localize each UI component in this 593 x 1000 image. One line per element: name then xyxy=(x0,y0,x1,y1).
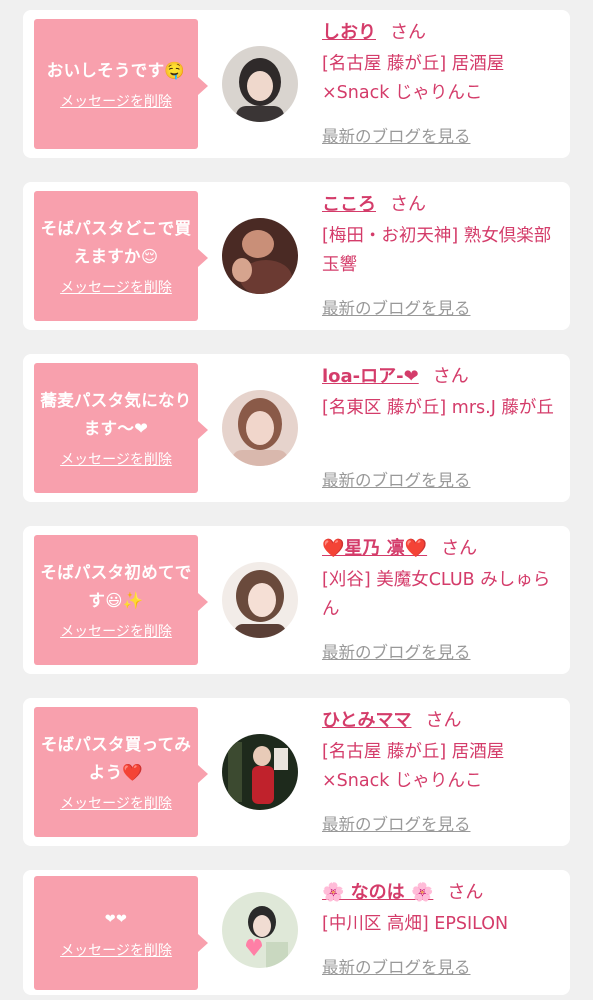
avatar[interactable] xyxy=(222,46,298,122)
delete-message-link[interactable]: メッセージを削除 xyxy=(60,621,172,641)
message-bubble: ❤❤ メッセージを削除 xyxy=(34,876,208,990)
honorific: さん xyxy=(447,882,484,903)
message-card: そばパスタどこで買えますか😌 メッセージを削除 こころ さん [梅田・お初天神] … xyxy=(23,182,570,330)
avatar[interactable] xyxy=(222,390,298,466)
honorific: さん xyxy=(390,22,426,43)
user-name-link[interactable]: ❤️星乃 凛❤️ xyxy=(322,538,427,559)
delete-message-link[interactable]: メッセージを削除 xyxy=(60,277,172,297)
message-card: 蕎麦パスタ気になります〜❤ メッセージを削除 loa-ロア-❤ さん [名東区 藤… xyxy=(23,354,570,502)
delete-message-link[interactable]: メッセージを削除 xyxy=(60,793,172,813)
latest-blog-link[interactable]: 最新のブログを見る xyxy=(322,811,471,835)
message-bubble: 蕎麦パスタ気になります〜❤ メッセージを削除 xyxy=(34,363,208,493)
shop-link[interactable]: [名古屋 藤が丘] 居酒屋×Snack じゃりんこ xyxy=(322,50,562,108)
message-text: そばパスタどこで買えますか😌 xyxy=(40,219,192,266)
avatar[interactable] xyxy=(222,734,298,810)
message-bubble: そばパスタどこで買えますか😌 メッセージを削除 xyxy=(34,191,208,321)
user-name-link[interactable]: しおり xyxy=(322,22,376,43)
message-text: おいしそうです🤤 xyxy=(46,61,186,80)
avatar[interactable] xyxy=(222,892,298,968)
latest-blog-link[interactable]: 最新のブログを見る xyxy=(322,295,471,319)
delete-message-link[interactable]: メッセージを削除 xyxy=(60,940,172,960)
message-card: ❤❤ メッセージを削除 🌸 なのは 🌸 さん [中川区 高畑] EPSILON 最… xyxy=(23,870,570,995)
honorific: さん xyxy=(425,710,462,731)
latest-blog-link[interactable]: 最新のブログを見る xyxy=(322,954,471,978)
avatar[interactable] xyxy=(222,562,298,638)
honorific: さん xyxy=(441,538,478,559)
latest-blog-link[interactable]: 最新のブログを見る xyxy=(322,467,471,491)
delete-message-link[interactable]: メッセージを削除 xyxy=(60,91,172,111)
message-text: そばパスタ買ってみよう❤️ xyxy=(40,735,192,782)
shop-link[interactable]: [刈谷] 美魔女CLUB みしゅらん xyxy=(322,566,562,624)
user-name-link[interactable]: こころ xyxy=(322,194,376,215)
message-card: そばパスタ初めてです😃✨ メッセージを削除 ❤️星乃 凛❤️ さん [刈谷] 美魔… xyxy=(23,526,570,674)
avatar[interactable] xyxy=(222,218,298,294)
latest-blog-link[interactable]: 最新のブログを見る xyxy=(322,639,471,663)
message-text: そばパスタ初めてです😃✨ xyxy=(40,563,192,610)
honorific: さん xyxy=(432,366,469,387)
user-name-link[interactable]: loa-ロア-❤ xyxy=(322,366,419,387)
honorific: さん xyxy=(390,194,426,215)
latest-blog-link[interactable]: 最新のブログを見る xyxy=(322,123,471,147)
message-card: そばパスタ買ってみよう❤️ メッセージを削除 ひとみママ さん [名古屋 藤が丘]… xyxy=(23,698,570,846)
message-text: 蕎麦パスタ気になります〜❤ xyxy=(40,391,192,438)
message-bubble: そばパスタ買ってみよう❤️ メッセージを削除 xyxy=(34,707,208,837)
shop-link[interactable]: [中川区 高畑] EPSILON xyxy=(322,910,562,939)
message-text: ❤❤ xyxy=(104,912,128,927)
delete-message-link[interactable]: メッセージを削除 xyxy=(60,449,172,469)
user-name-link[interactable]: ひとみママ xyxy=(322,710,411,731)
shop-link[interactable]: [名古屋 藤が丘] 居酒屋×Snack じゃりんこ xyxy=(322,738,562,796)
message-card: おいしそうです🤤 メッセージを削除 しおり さん [名古屋 藤が丘] 居酒屋×Sn… xyxy=(23,10,570,158)
shop-link[interactable]: [名東区 藤が丘] mrs.J 藤が丘 xyxy=(322,394,562,423)
message-list: おいしそうです🤤 メッセージを削除 しおり さん [名古屋 藤が丘] 居酒屋×Sn… xyxy=(0,0,593,1000)
message-bubble: おいしそうです🤤 メッセージを削除 xyxy=(34,19,208,149)
shop-link[interactable]: [梅田・お初天神] 熟女倶楽部 玉響 xyxy=(322,222,562,280)
message-bubble: そばパスタ初めてです😃✨ メッセージを削除 xyxy=(34,535,208,665)
user-name-link[interactable]: 🌸 なのは 🌸 xyxy=(322,882,433,903)
